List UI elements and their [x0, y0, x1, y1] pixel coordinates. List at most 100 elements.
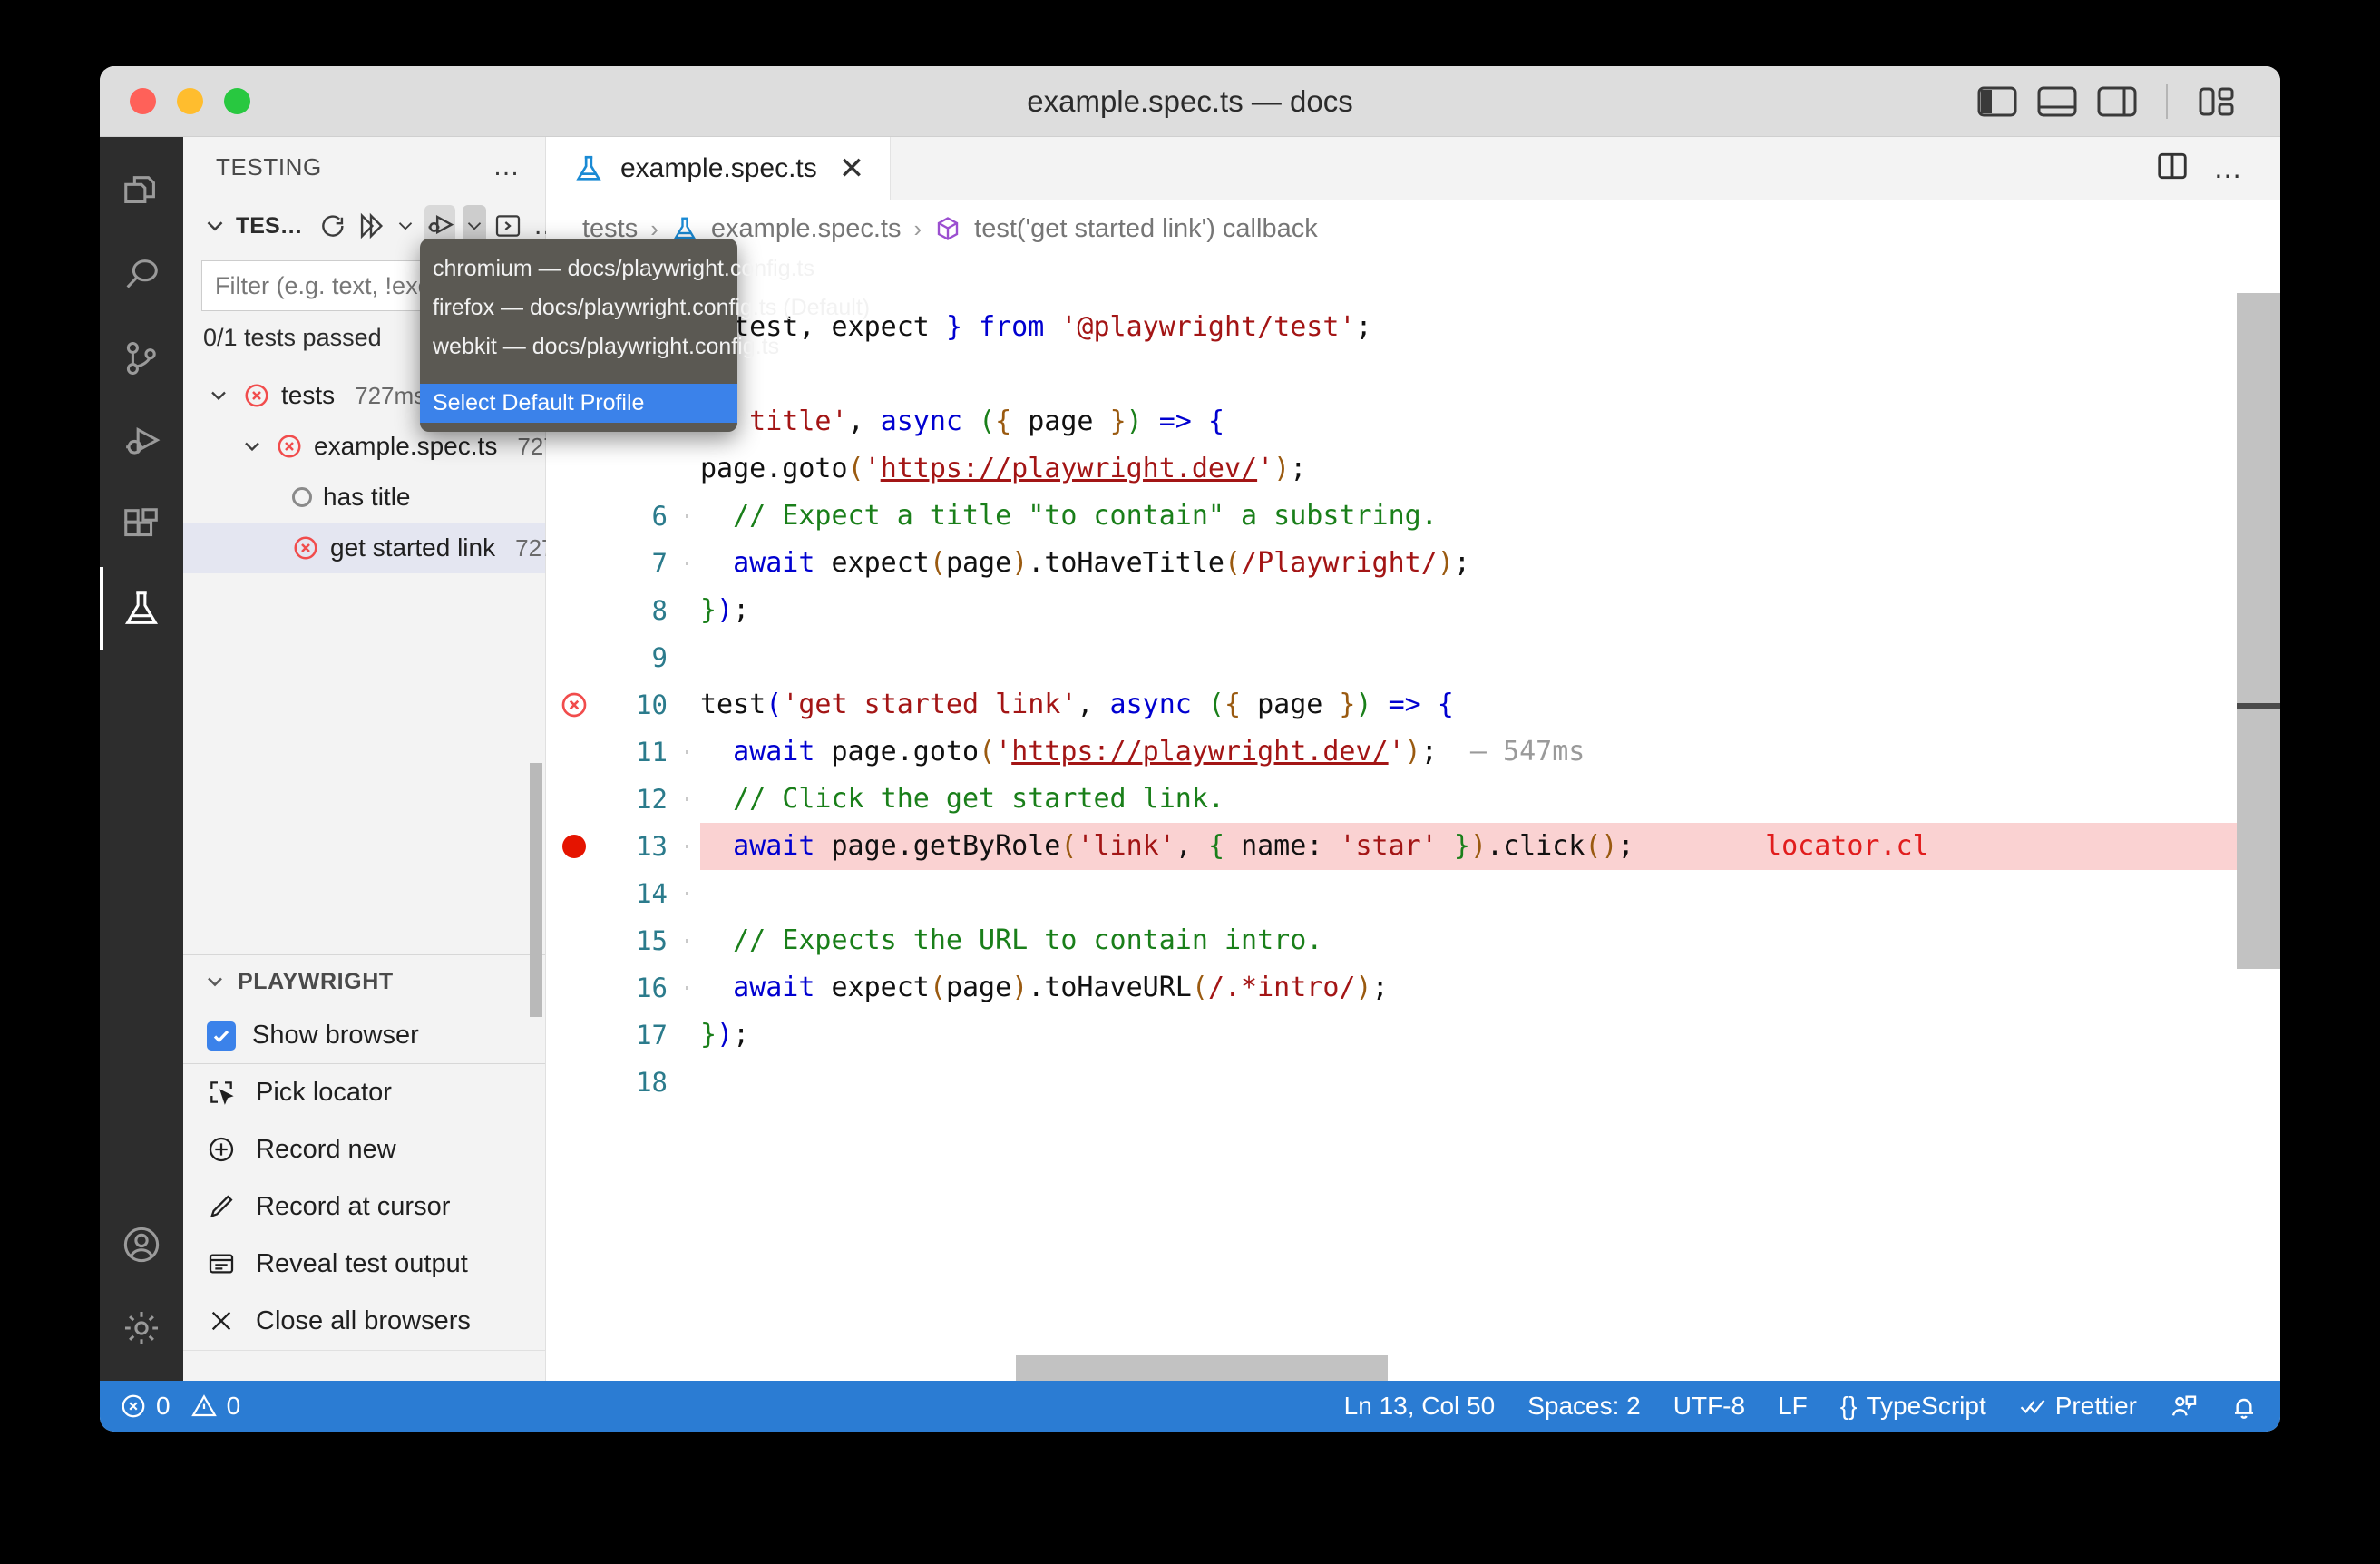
minimap[interactable] [2237, 257, 2280, 1381]
code-text: as title', async ({ page }) => { [700, 406, 1224, 437]
cursor-position[interactable]: Ln 13, Col 50 [1344, 1392, 1496, 1421]
refresh-tests-icon[interactable] [317, 205, 348, 247]
sidebar-header: TESTING … [183, 137, 545, 197]
code-line: 9 [546, 634, 2280, 681]
feedback-icon[interactable] [2170, 1393, 2197, 1420]
zoom-window-button[interactable] [224, 88, 250, 114]
split-editor-icon[interactable] [2155, 149, 2190, 188]
sidebar-item-explorer[interactable] [100, 150, 183, 233]
check-all-icon [2019, 1393, 2046, 1420]
inline-duration-annotation: — 547ms [1469, 736, 1585, 767]
code-line: 14 [546, 870, 2280, 917]
run-all-dropdown-icon[interactable] [394, 205, 417, 247]
vscode-window: example.spec.ts — docs TESTING … TES… Fi… [100, 66, 2280, 1432]
test-explorer-section-title: TES… [236, 212, 303, 239]
breadcrumb-item-file[interactable]: example.spec.ts [711, 214, 902, 244]
toggle-primary-sidebar-icon[interactable] [1977, 85, 2017, 118]
chevron-down-icon[interactable] [201, 968, 229, 995]
title-bar: example.spec.ts — docs [100, 66, 2280, 137]
gear-icon[interactable] [100, 1286, 183, 1370]
sidebar-more-icon[interactable]: … [493, 152, 522, 182]
show-browser-row[interactable]: Show browser [183, 1008, 545, 1064]
toggle-panel-icon[interactable] [2037, 85, 2077, 118]
menu-item-webkit[interactable]: webkit — docs/playwright.config.ts [420, 327, 779, 367]
close-all-browsers-action[interactable]: Close all browsers [183, 1293, 545, 1350]
record-at-cursor-label: Record at cursor [256, 1192, 451, 1221]
code-text: await page.goto('https://playwright.dev/… [733, 736, 1585, 767]
chevron-down-icon[interactable] [205, 382, 232, 409]
formatter-status[interactable]: Prettier [2019, 1392, 2137, 1421]
code-line: 18 [546, 1059, 2280, 1106]
code-line-error: 13 await page.getByRole('link', { name: … [546, 823, 2280, 870]
language-status[interactable]: {} TypeScript [1840, 1392, 1986, 1421]
run-all-tests-icon[interactable] [356, 205, 386, 247]
tab-close-icon[interactable]: ✕ [839, 153, 865, 184]
test-tree-item-get-started-link[interactable]: get started link 727ms [183, 523, 586, 573]
chevron-down-icon[interactable] [201, 212, 229, 239]
window-title: example.spec.ts — docs [1027, 83, 1353, 118]
chevron-down-icon[interactable] [239, 433, 265, 460]
code-text: await expect(page).toHaveURL(/.*intro/); [733, 972, 1389, 1003]
line-number: 16 [636, 973, 668, 1003]
editor-more-actions-icon[interactable]: … [2213, 152, 2244, 185]
close-window-button[interactable] [130, 88, 156, 114]
record-at-cursor-action[interactable]: Record at cursor [183, 1178, 545, 1236]
test-tree-item-has-title[interactable]: has title [183, 472, 545, 523]
sidebar-item-extensions[interactable] [100, 484, 183, 567]
encoding-status[interactable]: UTF-8 [1673, 1392, 1745, 1421]
menu-item-chromium[interactable]: chromium — docs/playwright.config.ts [420, 249, 814, 288]
sidebar-item-testing[interactable] [100, 567, 183, 650]
formatter-label: Prettier [2054, 1392, 2137, 1420]
eol-status[interactable]: LF [1778, 1392, 1808, 1421]
bell-icon[interactable] [2229, 1393, 2257, 1420]
code-text: // Click the get started link. [700, 783, 1224, 815]
breadcrumb-item-symbol[interactable]: test('get started link') callback [974, 214, 1318, 244]
tab-example-spec-ts[interactable]: example.spec.ts ✕ [546, 137, 892, 200]
menu-item-firefox[interactable]: firefox — docs/playwright.config.ts (Def… [420, 288, 870, 327]
sidebar-item-run-and-debug[interactable] [100, 400, 183, 484]
toggle-secondary-sidebar-icon[interactable] [2097, 85, 2137, 118]
minimize-window-button[interactable] [177, 88, 203, 114]
line-number: 6 [651, 501, 668, 532]
line-number: 18 [636, 1067, 668, 1098]
line-number: 7 [651, 548, 668, 579]
problems-status[interactable]: 0 0 [120, 1392, 240, 1421]
editor-horizontal-scrollbar-thumb[interactable] [1016, 1355, 1388, 1381]
test-tree-item-label: tests [281, 381, 336, 409]
code-text: await expect(page).toHaveTitle(/Playwrig… [733, 547, 1470, 579]
sidebar-item-search[interactable] [100, 233, 183, 317]
code-text: test('get started link', async ({ page }… [700, 689, 1454, 720]
editor-group: example.spec.ts ✕ … tests › example.spec… [546, 137, 2280, 1381]
window-controls [130, 88, 250, 114]
line-number: 13 [636, 831, 668, 862]
playwright-section-header[interactable]: PLAYWRIGHT [183, 955, 545, 1008]
account-icon[interactable] [100, 1203, 183, 1286]
code-text: // Expect a title "to contain" a substri… [700, 500, 1438, 532]
error-count: 0 [156, 1392, 171, 1420]
show-browser-checkbox[interactable] [207, 1021, 236, 1051]
test-tree-item-label: get started link [330, 533, 496, 562]
pick-locator-action[interactable]: Pick locator [183, 1064, 545, 1121]
menu-item-select-default-profile[interactable]: Select Default Profile [420, 384, 737, 423]
line-number: 15 [636, 925, 668, 956]
code-line: as title', async ({ page }) => { [546, 398, 2280, 445]
customize-layout-icon[interactable] [2197, 85, 2237, 118]
record-new-label: Record new [256, 1135, 396, 1164]
reveal-test-output-action[interactable]: Reveal test output [183, 1236, 545, 1293]
code-editor[interactable]: { test, expect } from '@playwright/test'… [546, 257, 2280, 1381]
beaker-icon [573, 153, 604, 184]
sidebar-scrollbar[interactable] [530, 763, 542, 1017]
breakpoint-icon[interactable] [546, 835, 602, 858]
activity-bar-bottom [100, 1203, 183, 1381]
code-text: page.goto('https://playwright.dev/'); [700, 453, 1307, 484]
test-tree-item-label: has title [323, 483, 411, 511]
code-text: await page.getByRole('link', { name: 'st… [700, 823, 2280, 870]
reveal-test-output-label: Reveal test output [256, 1249, 468, 1278]
record-new-action[interactable]: Record new [183, 1121, 545, 1178]
sidebar-item-source-control[interactable] [100, 317, 183, 400]
close-all-browsers-label: Close all browsers [256, 1306, 471, 1335]
test-failed-gutter-icon[interactable] [546, 690, 602, 719]
indentation-status[interactable]: Spaces: 2 [1527, 1392, 1641, 1421]
status-bar: 0 0 Ln 13, Col 50 Spaces: 2 UTF-8 LF {} … [100, 1381, 2280, 1432]
minimap-slider[interactable] [2237, 293, 2280, 969]
